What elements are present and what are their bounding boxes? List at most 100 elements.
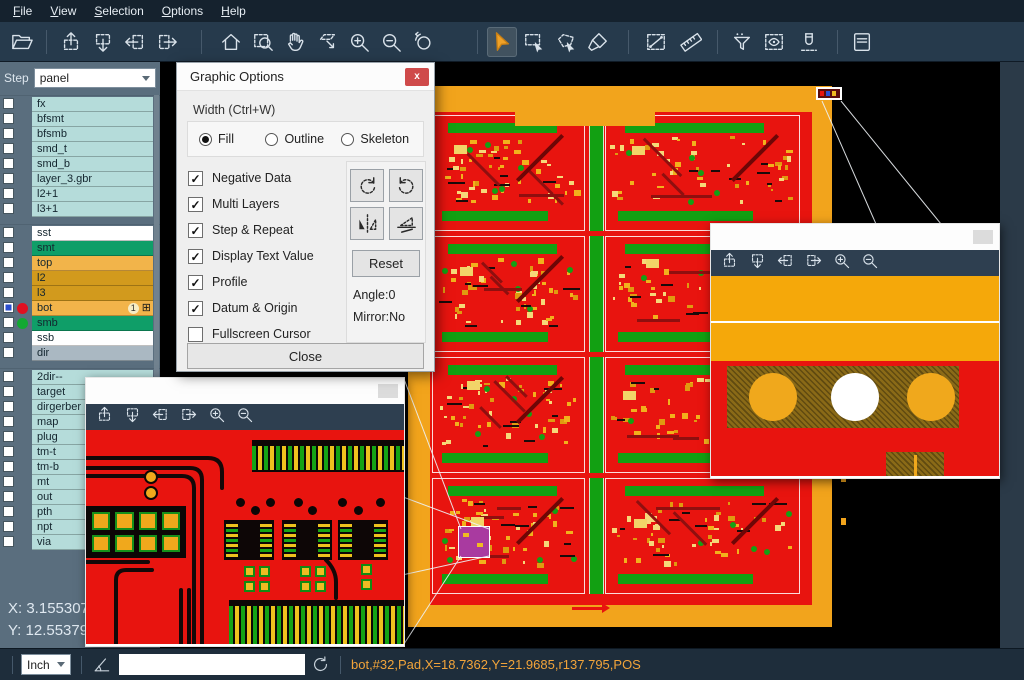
layer-visibility-checkbox[interactable] — [3, 242, 14, 253]
layer-visibility-checkbox[interactable] — [3, 158, 14, 169]
layer-visibility-checkbox[interactable] — [3, 203, 14, 214]
layer-row-smt[interactable]: smt — [0, 241, 160, 256]
layer-visibility-checkbox[interactable] — [3, 401, 14, 412]
zoom-out-button[interactable] — [376, 27, 406, 57]
radio-skeleton[interactable]: Skeleton — [341, 132, 423, 146]
layer-visibility-checkbox[interactable] — [3, 272, 14, 283]
layer-visibility-checkbox[interactable] — [3, 113, 14, 124]
layer-visibility-checkbox[interactable] — [3, 287, 14, 298]
layer-row-ssb[interactable]: ssb — [0, 331, 160, 346]
layer-visibility-checkbox[interactable] — [3, 128, 14, 139]
window-menu-button[interactable] — [378, 384, 398, 398]
command-input[interactable] — [119, 654, 305, 675]
layer-visibility-checkbox[interactable] — [3, 461, 14, 472]
mirror-vertical-button[interactable] — [389, 207, 423, 240]
radio-fill[interactable]: Fill — [199, 132, 265, 146]
rotate-ccw-button[interactable] — [389, 169, 423, 202]
checkbox-datum-origin[interactable]: ✓Datum & Origin — [188, 295, 314, 321]
layer-visibility-checkbox[interactable] — [3, 536, 14, 547]
layer-visibility-checkbox[interactable] — [3, 491, 14, 502]
angle-mode-icon[interactable] — [92, 655, 111, 674]
zoom-object-button[interactable] — [312, 27, 342, 57]
layer-row-smd_t[interactable]: smd_t — [0, 142, 160, 157]
checkbox-display-text-value[interactable]: ✓Display Text Value — [188, 243, 314, 269]
pan-down-button[interactable] — [749, 252, 766, 274]
menu-file[interactable]: File — [4, 0, 41, 22]
pan-up-button[interactable] — [721, 252, 738, 274]
layer-row-bot[interactable]: bot1⊞ — [0, 301, 160, 316]
snap-button[interactable] — [794, 27, 824, 57]
zoom-window-view[interactable] — [86, 430, 404, 644]
layer-visibility-checkbox[interactable] — [3, 317, 14, 328]
view-options-button[interactable] — [759, 27, 789, 57]
layer-row-bfsmb[interactable]: bfsmb — [0, 127, 160, 142]
layer-visibility-checkbox[interactable] — [3, 332, 14, 343]
rotate-cw-button[interactable] — [350, 169, 384, 202]
layer-row-smb[interactable]: smb — [0, 316, 160, 331]
layer-visibility-checkbox[interactable] — [3, 302, 14, 313]
checkbox-step-repeat[interactable]: ✓Step & Repeat — [188, 217, 314, 243]
zoom-window-titlebar[interactable] — [86, 378, 404, 404]
zoom-previous-button[interactable] — [408, 27, 438, 57]
pan-right-button[interactable] — [180, 406, 197, 428]
window-menu-button[interactable] — [973, 230, 993, 244]
layer-row-l3[interactable]: l3 — [0, 286, 160, 301]
layer-row-fx[interactable]: fx — [0, 97, 160, 112]
pan-hand-button[interactable] — [280, 27, 310, 57]
step-select[interactable]: panel — [34, 68, 156, 88]
layer-visibility-checkbox[interactable] — [3, 227, 14, 238]
layer-visibility-checkbox[interactable] — [3, 506, 14, 517]
zoom-out-button[interactable] — [236, 406, 253, 428]
menu-options[interactable]: Options — [153, 0, 212, 22]
layer-visibility-checkbox[interactable] — [3, 431, 14, 442]
pan-up-button[interactable] — [56, 27, 86, 57]
zoom-window-detail[interactable] — [85, 377, 405, 647]
clear-select-button[interactable] — [583, 27, 613, 57]
menu-view[interactable]: View — [41, 0, 85, 22]
layer-row-dir[interactable]: dir — [0, 346, 160, 361]
layer-row-top[interactable]: top — [0, 256, 160, 271]
measure-button[interactable] — [641, 27, 671, 57]
filter-button[interactable] — [727, 27, 757, 57]
menu-help[interactable]: Help — [212, 0, 255, 22]
zoom-out-button[interactable] — [861, 252, 878, 274]
checkbox-profile[interactable]: ✓Profile — [188, 269, 314, 295]
zoom-window-titlebar[interactable] — [711, 224, 999, 250]
layer-row-smd_b[interactable]: smd_b — [0, 157, 160, 172]
pan-right-button[interactable] — [805, 252, 822, 274]
zoom-window-view[interactable] — [711, 276, 999, 476]
close-button[interactable]: Close — [187, 343, 424, 369]
layer-visibility-checkbox[interactable] — [3, 347, 14, 358]
layer-visibility-checkbox[interactable] — [3, 371, 14, 382]
close-icon[interactable]: x — [405, 68, 429, 86]
select-tool-button[interactable] — [487, 27, 517, 57]
zoom-in-button[interactable] — [344, 27, 374, 57]
open-file-button[interactable] — [7, 27, 37, 57]
pan-left-button[interactable] — [152, 406, 169, 428]
pan-down-button[interactable] — [124, 406, 141, 428]
layer-visibility-checkbox[interactable] — [3, 386, 14, 397]
layer-row-l2[interactable]: l2 — [0, 271, 160, 286]
layer-visibility-checkbox[interactable] — [3, 173, 14, 184]
layer-visibility-checkbox[interactable] — [3, 476, 14, 487]
pan-left-button[interactable] — [120, 27, 150, 57]
layer-visibility-checkbox[interactable] — [3, 416, 14, 427]
dialog-titlebar[interactable]: Graphic Options x — [177, 63, 434, 91]
menu-selection[interactable]: Selection — [85, 0, 152, 22]
rect-select-button[interactable] — [519, 27, 549, 57]
zoom-window-corner[interactable] — [710, 223, 1000, 479]
layer-visibility-checkbox[interactable] — [3, 188, 14, 199]
unit-select[interactable]: Inch — [21, 654, 71, 675]
layer-visibility-checkbox[interactable] — [3, 521, 14, 532]
layer-row-l2+1[interactable]: l2+1 — [0, 187, 160, 202]
layer-row-l3+1[interactable]: l3+1 — [0, 202, 160, 217]
layer-panel-button[interactable] — [847, 27, 877, 57]
layer-visibility-checkbox[interactable] — [3, 98, 14, 109]
zoom-home-button[interactable] — [216, 27, 246, 57]
zoom-in-button[interactable] — [833, 252, 850, 274]
layer-row-bfsmt[interactable]: bfsmt — [0, 112, 160, 127]
radio-outline[interactable]: Outline — [265, 132, 341, 146]
reset-button[interactable]: Reset — [352, 250, 420, 277]
refresh-icon[interactable] — [311, 655, 330, 674]
layer-visibility-checkbox[interactable] — [3, 446, 14, 457]
